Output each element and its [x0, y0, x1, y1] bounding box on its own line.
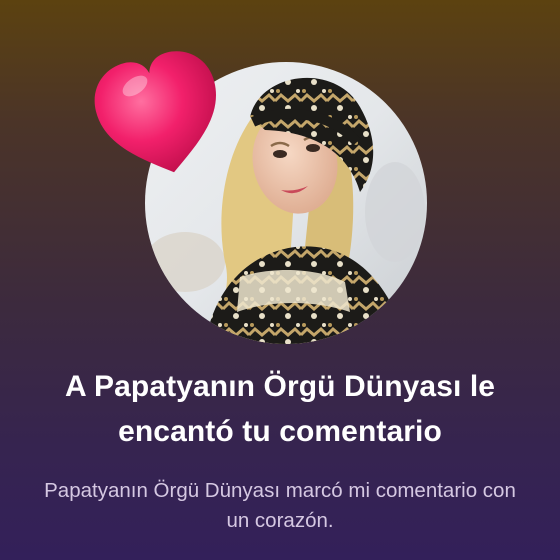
- notification-card: A Papatyanın Örgü Dünyası le encantó tu …: [0, 0, 560, 560]
- heart-icon: [94, 51, 216, 173]
- notification-title: A Papatyanın Örgü Dünyası le encantó tu …: [64, 370, 496, 448]
- notification-subtitle: Papatyanın Örgü Dünyası marcó mi comenta…: [44, 479, 516, 532]
